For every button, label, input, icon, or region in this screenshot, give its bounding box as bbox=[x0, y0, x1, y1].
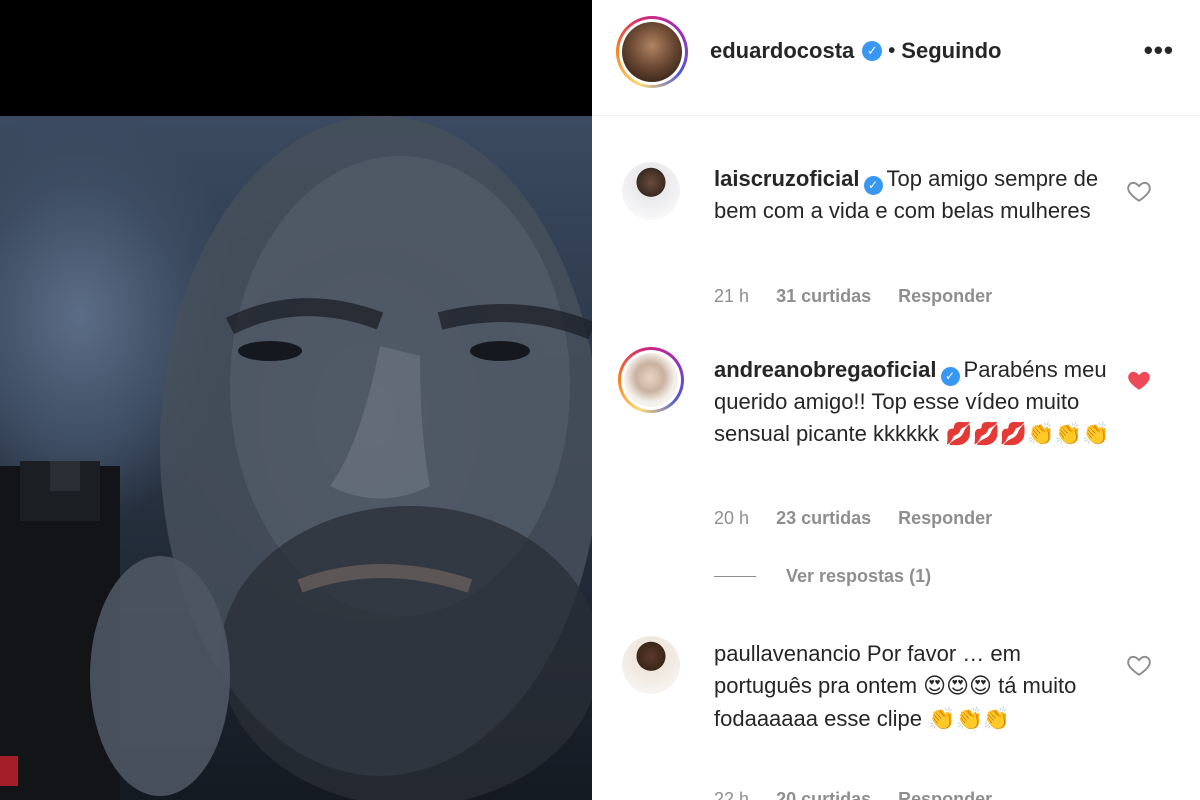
media-letterbox bbox=[0, 0, 592, 116]
verified-badge-icon: ✓ bbox=[863, 176, 883, 195]
comment-likes[interactable]: 20 curtidas bbox=[776, 789, 871, 800]
commenter-avatar[interactable] bbox=[618, 347, 684, 413]
commenter-avatar[interactable] bbox=[622, 162, 680, 220]
emoji-sequence: 😍😍😍 bbox=[923, 674, 992, 699]
comment-body: paullavenancio Por favor … em português … bbox=[714, 638, 1114, 736]
replies-divider bbox=[714, 576, 756, 577]
comment-meta: 22 h 20 curtidas Responder bbox=[714, 789, 1014, 800]
author-avatar[interactable] bbox=[616, 16, 688, 88]
comment-time: 21 h bbox=[714, 286, 750, 306]
comment-username[interactable]: laiscruzoficial bbox=[714, 166, 860, 191]
like-heart-icon[interactable] bbox=[1126, 178, 1152, 204]
comment-time: 22 h bbox=[714, 789, 750, 800]
emoji-sequence: 💋💋💋👏👏👏 bbox=[945, 422, 1110, 447]
video-still-illustration bbox=[0, 116, 592, 800]
avatar-photo bbox=[622, 22, 682, 82]
comment-username[interactable]: andreanobregaoficial bbox=[714, 357, 937, 382]
commenter-avatar[interactable] bbox=[622, 636, 680, 694]
post-media[interactable] bbox=[0, 0, 592, 800]
comment-username[interactable]: paullavenancio bbox=[714, 641, 861, 666]
more-options-icon[interactable]: ••• bbox=[1144, 37, 1174, 63]
emoji-sequence: 👏👏👏 bbox=[928, 707, 1011, 732]
view-replies-label[interactable]: Ver respostas (1) bbox=[786, 566, 931, 587]
verified-badge-icon: ✓ bbox=[862, 41, 883, 61]
verified-badge-icon: ✓ bbox=[940, 367, 960, 386]
liked-heart-icon[interactable] bbox=[1126, 367, 1152, 393]
reply-button[interactable]: Responder bbox=[898, 508, 992, 528]
avatar-photo bbox=[624, 353, 678, 407]
comment-meta: 20 h 23 curtidas Responder bbox=[714, 508, 1014, 529]
author-username[interactable]: eduardocosta bbox=[710, 38, 854, 64]
reply-button[interactable]: Responder bbox=[898, 789, 992, 800]
comment-body: laiscruzoficial ✓ Top amigo sempre de bem … bbox=[714, 163, 1114, 227]
comment-meta: 21 h 31 curtidas Responder bbox=[714, 286, 1014, 307]
comment-likes[interactable]: 23 curtidas bbox=[776, 508, 871, 528]
view-replies-button[interactable]: Ver respostas (1) bbox=[714, 566, 931, 587]
post-sidebar: eduardocosta ✓ • Seguindo ••• laiscruzof… bbox=[592, 0, 1200, 800]
reply-button[interactable]: Responder bbox=[898, 286, 992, 306]
separator-dot: • bbox=[888, 39, 896, 62]
following-button[interactable]: Seguindo bbox=[901, 38, 1001, 64]
like-heart-icon[interactable] bbox=[1126, 652, 1152, 678]
comments-list: laiscruzoficial ✓ Top amigo sempre de bem … bbox=[592, 117, 1200, 800]
author-row: eduardocosta ✓ • Seguindo bbox=[710, 38, 1002, 64]
comment-likes[interactable]: 31 curtidas bbox=[776, 286, 871, 306]
comment-time: 20 h bbox=[714, 508, 750, 528]
comment-body: andreanobregaoficial ✓ Parabéns meu querid… bbox=[714, 354, 1114, 451]
post-header: eduardocosta ✓ • Seguindo ••• bbox=[592, 0, 1200, 116]
